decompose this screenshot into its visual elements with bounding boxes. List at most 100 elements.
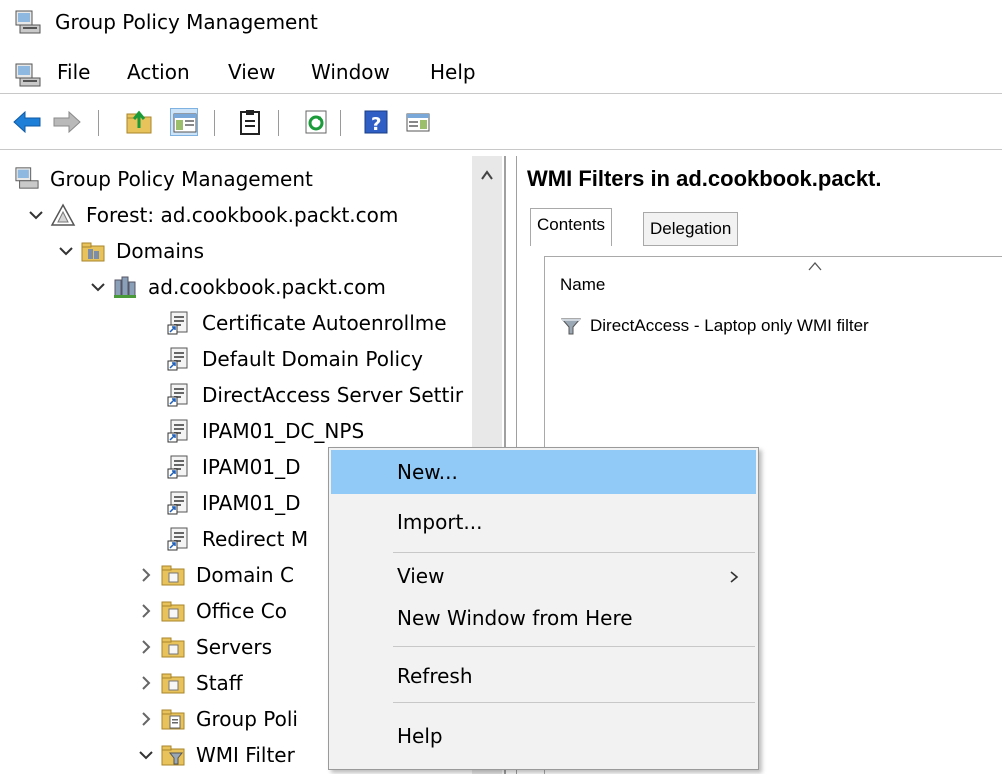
tree-item-wmi-filters[interactable]: WMI Filter [136, 738, 295, 772]
menu-item-view[interactable]: View [331, 554, 756, 598]
tree-item-ou[interactable]: Domain C [136, 558, 294, 592]
toolbar-separator [214, 110, 215, 136]
gpo-link-icon [166, 418, 192, 444]
chevron-right-icon[interactable] [136, 709, 156, 729]
list-item-label: DirectAccess - Laptop only WMI filter [590, 316, 869, 335]
tree-item-label: Office Co [196, 599, 287, 623]
chevron-right-icon[interactable] [136, 565, 156, 585]
tree-item-label: IPAM01_D [202, 455, 301, 479]
tree-item-label: IPAM01_DC_NPS [202, 419, 365, 443]
wmi-filter-icon [560, 315, 582, 337]
toolbar-separator [278, 110, 279, 136]
up-folder-icon[interactable] [124, 108, 152, 136]
toolbar: ? [0, 98, 1002, 150]
menu-item-import[interactable]: Import... [331, 500, 756, 544]
menu-item-new-window-from-here[interactable]: New Window from Here [331, 596, 756, 640]
tree-item-label: Domains [116, 239, 205, 263]
tree-item-gpo-link[interactable]: Default Domain Policy [166, 342, 423, 376]
gpo-link-icon [166, 310, 192, 336]
menu-window[interactable]: Window [309, 60, 392, 84]
tree-item-label: IPAM01_D [202, 491, 301, 515]
action-pane-icon[interactable] [404, 108, 432, 136]
wmi-filter-folder-icon [160, 742, 186, 768]
tree-item-group-policy-objects[interactable]: Group Poli [136, 702, 298, 736]
svg-text:?: ? [371, 114, 381, 135]
domains-folder-icon [80, 238, 106, 264]
tree-item-ou[interactable]: Servers [136, 630, 272, 664]
menu-item-new[interactable]: New... [331, 450, 756, 494]
tree-item-gpo-link[interactable]: IPAM01_DC_NPS [166, 414, 364, 448]
gpo-link-icon [166, 526, 192, 552]
gpo-link-icon [166, 382, 192, 408]
tree-item-domains[interactable]: Domains [56, 234, 204, 268]
gpo-link-icon [166, 490, 192, 516]
scroll-up-arrow-icon[interactable] [480, 166, 494, 185]
help-icon[interactable]: ? [362, 108, 390, 136]
menu-separator [393, 646, 755, 647]
menu-view[interactable]: View [226, 60, 277, 84]
tree-item-label: Staff [196, 671, 243, 695]
menu-help[interactable]: Help [428, 60, 478, 84]
show-hide-tree-icon[interactable] [170, 108, 198, 136]
menu-separator [393, 552, 755, 553]
chevron-down-icon[interactable] [26, 205, 46, 225]
menu-separator [393, 702, 755, 703]
tree-item-ou[interactable]: Office Co [136, 594, 287, 628]
sort-ascending-icon [807, 257, 823, 276]
ou-folder-icon [160, 670, 186, 696]
forward-arrow-icon[interactable] [52, 108, 81, 136]
menu-item-refresh[interactable]: Refresh [331, 654, 756, 698]
toolbar-separator [340, 110, 341, 136]
gpo-folder-icon [160, 706, 186, 732]
tree-item-label: Redirect M [202, 527, 309, 551]
menu-action[interactable]: Action [125, 60, 192, 84]
tab-delegation[interactable]: Delegation [643, 212, 739, 246]
tree-item-label: ad.cookbook.packt.com [148, 275, 386, 299]
tab-contents[interactable]: Contents [530, 208, 613, 246]
ou-folder-icon [160, 598, 186, 624]
chevron-down-icon[interactable] [88, 277, 108, 297]
gpo-link-icon [166, 346, 192, 372]
gpo-link-icon [166, 454, 192, 480]
tree-item-label: Forest: ad.cookbook.packt.com [86, 203, 399, 227]
tree-item-group-policy-management[interactable]: Group Policy Management [14, 162, 313, 196]
tree-item-ou[interactable]: Staff [136, 666, 243, 700]
column-header-name[interactable]: Name [560, 275, 605, 295]
submenu-arrow-icon [728, 566, 740, 590]
toolbar-separator [98, 110, 99, 136]
domain-icon [112, 274, 138, 300]
tree-item-label: Certificate Autoenrollme [202, 311, 447, 335]
clipboard-icon[interactable] [236, 108, 264, 136]
tree-item-gpo-link[interactable]: IPAM01_D [166, 486, 300, 520]
gpm-app-icon [14, 9, 42, 39]
tree-item-gpo-link[interactable]: IPAM01_D [166, 450, 300, 484]
title-bar: Group Policy Management [0, 0, 1002, 44]
tree-item-label: Domain C [196, 563, 294, 587]
gpm-node-icon [14, 166, 40, 192]
chevron-right-icon[interactable] [136, 637, 156, 657]
ou-folder-icon [160, 634, 186, 660]
tree-item-label: Group Policy Management [50, 167, 313, 191]
tree-item-label: Default Domain Policy [202, 347, 423, 371]
tree-item-domain[interactable]: ad.cookbook.packt.com [88, 270, 386, 304]
back-arrow-icon[interactable] [12, 108, 41, 136]
chevron-right-icon[interactable] [136, 673, 156, 693]
chevron-down-icon[interactable] [136, 745, 156, 765]
system-menu-icon[interactable] [14, 62, 42, 92]
tree-item-gpo-link[interactable]: Redirect M [166, 522, 308, 556]
tree-item-label: WMI Filter [196, 743, 295, 767]
context-menu: New... Import... View New Window from He… [328, 447, 759, 770]
tree-item-label: Servers [196, 635, 273, 659]
ou-folder-icon [160, 562, 186, 588]
list-item[interactable]: DirectAccess - Laptop only WMI filter [560, 315, 869, 337]
chevron-down-icon[interactable] [56, 241, 76, 261]
refresh-icon[interactable] [302, 108, 330, 136]
chevron-right-icon[interactable] [136, 601, 156, 621]
tree-item-label: Group Poli [196, 707, 298, 731]
tree-item-forest[interactable]: Forest: ad.cookbook.packt.com [26, 198, 398, 232]
menu-file[interactable]: File [55, 60, 92, 84]
details-pane-title: WMI Filters in ad.cookbook.packt. [527, 166, 882, 191]
tree-item-gpo-link[interactable]: DirectAccess Server Settir [166, 378, 463, 412]
menu-item-help[interactable]: Help [331, 714, 756, 758]
tree-item-gpo-link[interactable]: Certificate Autoenrollme [166, 306, 447, 340]
